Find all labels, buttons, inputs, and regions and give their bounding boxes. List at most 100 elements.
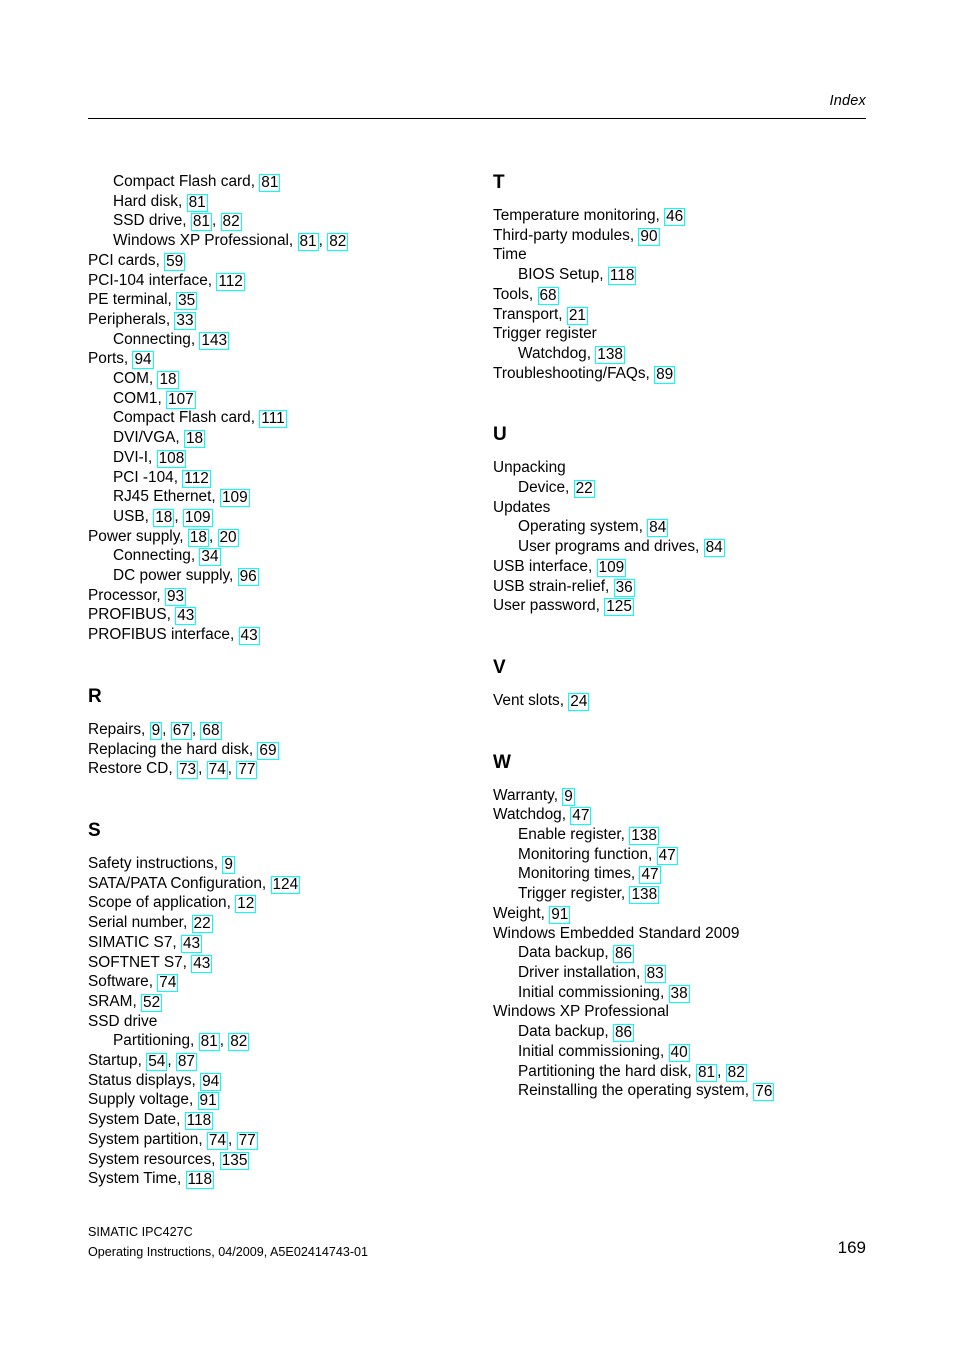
index-page-link[interactable]: 90 [638,227,660,246]
index-entry-label: Device, [518,479,570,497]
index-page-link[interactable]: 125 [604,598,634,617]
index-page-link[interactable]: 69 [257,741,279,760]
index-page-link[interactable]: 138 [595,345,625,364]
index-page-link[interactable]: 9 [222,855,235,874]
index-page-link[interactable]: 96 [237,568,259,587]
index-page-link[interactable]: 108 [156,449,187,468]
index-page-link[interactable]: 109 [219,489,250,508]
index-page-link[interactable]: 21 [566,306,588,325]
index-page-link[interactable]: 82 [220,213,242,232]
index-entry-label: Initial commissioning, [518,1042,665,1060]
index-page-link[interactable]: 52 [141,993,163,1012]
index-page-link[interactable]: 24 [568,692,590,711]
index-page-link[interactable]: 112 [216,272,245,291]
index-entry: DVI/VGA, 18 [88,428,458,449]
index-page-link[interactable]: 22 [191,915,213,934]
index-page-link[interactable]: 68 [537,286,559,305]
index-page-link[interactable]: 109 [182,508,213,527]
index-page-link[interactable]: 18 [153,508,175,527]
index-page-link[interactable]: 118 [184,1112,214,1131]
index-page-link[interactable]: 47 [570,807,592,826]
index-page-link[interactable]: 81 [190,213,212,232]
index-page-link[interactable]: 9 [562,787,575,806]
index-page-link[interactable]: 74 [157,974,179,993]
index-entry-label: Supply voltage, [88,1091,194,1109]
index-page-link[interactable]: 9 [149,721,163,740]
index-page-link[interactable]: 84 [703,539,725,558]
index-page-link[interactable]: 93 [165,587,187,606]
index-page-link[interactable]: 81 [198,1033,220,1052]
index-page-link[interactable]: 86 [612,1024,635,1043]
index-page-link[interactable]: 94 [200,1072,222,1091]
index-entry: Processor, 93 [88,586,458,606]
index-page-link[interactable]: 20 [217,528,239,547]
index-page-link[interactable]: 138 [629,886,660,905]
index-page-link[interactable]: 109 [596,558,627,577]
index-entry-label: RJ45 Ethernet, [113,488,216,506]
index-page-link[interactable]: 107 [166,390,196,409]
index-page-link[interactable]: 76 [753,1083,775,1102]
index-page-link[interactable]: 43 [175,607,197,626]
index-page-link[interactable]: 81 [259,174,281,192]
index-entry: Initial commissioning, 40 [493,1042,863,1062]
index-page-link[interactable]: 18 [187,528,209,547]
index-page-link[interactable]: 43 [238,627,260,646]
index-page-link[interactable]: 54 [146,1053,168,1072]
index-entry-label: Ports, [88,350,129,368]
index-page-link[interactable]: 138 [629,827,659,846]
index-page-link[interactable]: 81 [186,193,208,212]
index-page-link[interactable]: 18 [157,371,179,390]
index-page-link[interactable]: 82 [228,1033,250,1052]
index-page-link[interactable]: 36 [613,578,635,597]
index-page-link[interactable]: 22 [573,480,595,499]
index-page-link[interactable]: 59 [164,252,186,271]
index-entry: Enable register, 138 [493,825,863,846]
index-entry-label: Monitoring times, [518,865,636,883]
index-page-link[interactable]: 91 [549,905,571,924]
index-page-link[interactable]: 84 [647,519,669,538]
index-entry-label: Third-party modules, [493,226,635,244]
index-page-link[interactable]: 43 [180,934,203,953]
index-page-link[interactable]: 112 [182,469,211,488]
index-page-link[interactable]: 118 [607,267,637,286]
index-entry-label: Processor, [88,586,161,604]
index-entry-label: DVI-I, [113,448,153,466]
index-page-link[interactable]: 73 [176,761,199,780]
index-page-link[interactable]: 82 [327,233,349,252]
index-page-link[interactable]: 74 [206,1131,229,1150]
index-page-link[interactable]: 143 [199,331,230,350]
index-page-link[interactable]: 43 [191,954,213,973]
index-page-link[interactable]: 34 [199,548,221,567]
index-page-link[interactable]: 47 [656,846,678,865]
index-page-link[interactable]: 94 [132,351,154,370]
index-page-link[interactable]: 87 [175,1053,197,1072]
index-page-link[interactable]: 67 [170,721,192,740]
index-page-link[interactable]: 77 [236,761,258,780]
header-rule [88,118,866,119]
index-page-link[interactable]: 83 [644,964,666,983]
index-page-link[interactable]: 124 [270,875,301,894]
index-page-link[interactable]: 74 [206,761,228,780]
index-page-link[interactable]: 89 [654,365,676,384]
index-entry-label: COM1, [113,389,162,407]
index-page-link[interactable]: 86 [612,945,635,964]
index-page-link[interactable]: 33 [174,311,196,330]
index-page-link[interactable]: 46 [664,208,686,226]
index-page-link[interactable]: 77 [236,1131,258,1150]
index-page-link[interactable]: 40 [668,1043,690,1062]
index-page-link[interactable]: 38 [668,984,690,1003]
index-page-link[interactable]: 47 [639,866,661,885]
index-page-link[interactable]: 81 [695,1063,718,1082]
index-page-link[interactable]: 81 [297,233,319,252]
index-page-link[interactable]: 91 [197,1092,219,1111]
index-page-link[interactable]: 35 [176,292,198,311]
index-page-link[interactable]: 82 [725,1063,747,1082]
index-page-link[interactable]: 135 [219,1151,250,1170]
index-page-link[interactable]: 18 [184,430,206,449]
index-page-link[interactable]: 68 [200,721,222,740]
index-page-link[interactable]: 12 [235,895,257,914]
index-entry: Warranty, 9 [493,786,863,806]
index-page-link[interactable]: 111 [259,410,287,429]
index-page-link[interactable]: 118 [185,1171,215,1190]
